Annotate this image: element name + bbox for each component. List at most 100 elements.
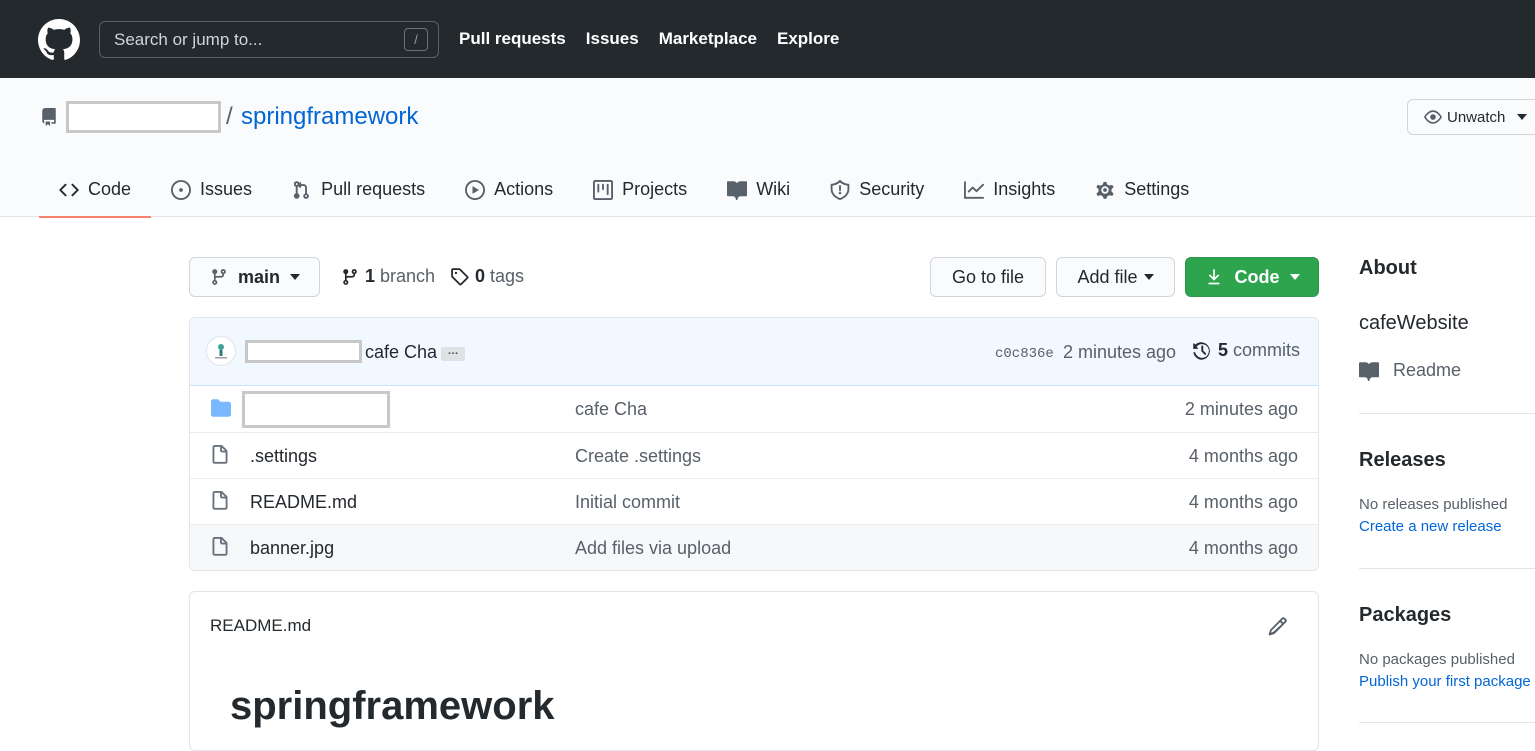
file-row[interactable]: cafe Cha 2 minutes ago: [190, 386, 1318, 432]
eye-icon: [1424, 110, 1442, 124]
history-icon: [1193, 341, 1210, 360]
commits-history-link[interactable]: 5 commits: [1192, 340, 1300, 361]
unwatch-button[interactable]: Unwatch: [1407, 99, 1535, 135]
tab-projects[interactable]: Projects: [573, 162, 707, 217]
file-row[interactable]: .settings Create .settings 4 months ago: [190, 432, 1318, 478]
graph-icon: [964, 180, 985, 199]
file-commit-message[interactable]: Add files via upload: [575, 538, 731, 559]
branch-count: 1: [365, 266, 376, 286]
file-name[interactable]: README.md: [250, 492, 357, 513]
tab-pull-requests[interactable]: Pull requests: [272, 162, 445, 217]
repo-header: / springframework Unwatch Code Issues Pu…: [0, 78, 1535, 218]
tab-settings[interactable]: Settings: [1075, 162, 1209, 217]
file-icon: [212, 537, 228, 556]
issue-icon: [171, 179, 192, 200]
download-icon: [1207, 269, 1220, 285]
folder-name-redacted[interactable]: [242, 391, 390, 428]
file-list: cafe Cha … c0c836e 2 minutes ago 5 commi…: [189, 317, 1319, 571]
tags-link[interactable]: 0 tags: [450, 266, 524, 287]
packages-title[interactable]: Packages: [1359, 604, 1451, 627]
search-shortcut-key: /: [404, 28, 428, 51]
file-row[interactable]: banner.jpg Add files via upload 4 months…: [190, 524, 1318, 570]
file-commit-time: 2 minutes ago: [1184, 399, 1298, 419]
caret-down-icon: [1143, 274, 1154, 280]
repo-description: cafeWebsite: [1359, 312, 1469, 334]
releases-note: No releases published: [1359, 496, 1508, 513]
tab-code[interactable]: Code: [39, 162, 152, 218]
file-name[interactable]: banner.jpg: [250, 538, 334, 559]
book-icon: [1359, 361, 1379, 381]
releases-title[interactable]: Releases: [1359, 449, 1446, 472]
branch-icon: [343, 268, 357, 285]
tab-insights-label: Insights: [993, 179, 1056, 199]
commit-details-toggle[interactable]: …: [441, 346, 465, 361]
tab-issues[interactable]: Issues: [151, 162, 272, 217]
commit-author-redacted[interactable]: [245, 340, 362, 363]
tab-actions-label: Actions: [494, 179, 554, 199]
gear-icon: [1096, 181, 1114, 199]
repo-tabs: Code Issues Pull requests Actions Projec…: [39, 162, 1209, 218]
repo-icon: [42, 108, 56, 126]
code-button-label: Code: [1234, 266, 1280, 287]
tab-actions[interactable]: Actions: [445, 162, 573, 217]
add-file-label: Add file: [1077, 266, 1138, 287]
file-commit-message[interactable]: Create .settings: [575, 446, 701, 467]
sidebar-divider: [1359, 568, 1535, 569]
branches-link[interactable]: 1 branch: [341, 266, 435, 287]
tab-wiki-label: Wiki: [756, 179, 791, 199]
latest-commit-bar: cafe Cha … c0c836e 2 minutes ago 5 commi…: [190, 318, 1318, 386]
file-commit-time: 4 months ago: [1188, 446, 1298, 466]
code-icon: [59, 183, 79, 196]
file-row[interactable]: README.md Initial commit 4 months ago: [190, 478, 1318, 524]
tab-settings-label: Settings: [1124, 179, 1190, 199]
file-name[interactable]: .settings: [250, 446, 317, 467]
folder-icon: [211, 399, 231, 417]
publish-package-link[interactable]: Publish your first package: [1359, 673, 1531, 690]
code-download-button[interactable]: Code: [1185, 257, 1319, 297]
about-section: About: [1359, 257, 1535, 280]
branch-select-button[interactable]: main: [189, 257, 320, 297]
nav-pull-requests[interactable]: Pull requests: [459, 28, 566, 50]
commit-message[interactable]: cafe Cha: [365, 342, 437, 363]
book-icon: [727, 180, 748, 200]
add-file-button[interactable]: Add file: [1056, 257, 1175, 297]
tab-insights[interactable]: Insights: [944, 162, 1075, 217]
unwatch-label: Unwatch: [1447, 108, 1506, 126]
sidebar-readme-link[interactable]: Readme: [1359, 360, 1461, 381]
file-commit-message[interactable]: cafe Cha: [575, 399, 647, 420]
sidebar-readme-label: Readme: [1393, 360, 1462, 380]
create-release-link[interactable]: Create a new release: [1359, 518, 1502, 535]
tab-wiki[interactable]: Wiki: [707, 162, 810, 217]
tab-security[interactable]: Security: [810, 162, 944, 217]
avatar[interactable]: [206, 336, 236, 366]
file-icon: [212, 445, 228, 464]
readme-heading: springframework: [230, 684, 555, 728]
global-nav: Pull requests Issues Marketplace Explore: [459, 28, 839, 50]
github-logo-icon[interactable]: [38, 19, 80, 61]
nav-marketplace[interactable]: Marketplace: [659, 28, 757, 50]
repo-name-link[interactable]: springframework: [241, 103, 418, 131]
commit-count-label: commits: [1233, 340, 1301, 360]
tab-projects-label: Projects: [622, 179, 688, 199]
pencil-icon[interactable]: [1268, 616, 1288, 636]
commit-sha[interactable]: c0c836e: [995, 346, 1054, 362]
go-to-file-button[interactable]: Go to file: [930, 257, 1046, 297]
owner-name-redacted[interactable]: [66, 101, 221, 133]
nav-explore[interactable]: Explore: [777, 28, 839, 50]
shield-icon: [830, 179, 850, 200]
search-input[interactable]: [114, 22, 394, 57]
repo-path-separator: /: [226, 103, 233, 130]
nav-issues[interactable]: Issues: [586, 28, 639, 50]
file-commit-time: 4 months ago: [1188, 492, 1298, 512]
branch-name: main: [238, 266, 281, 287]
avatar-image-icon: [215, 344, 227, 359]
caret-down-icon: [290, 274, 301, 280]
file-commit-message[interactable]: Initial commit: [575, 492, 680, 513]
project-icon: [593, 179, 614, 200]
about-title: About: [1359, 257, 1417, 279]
tag-icon: [451, 268, 469, 286]
caret-down-icon: [1517, 114, 1528, 120]
tab-pull-requests-label: Pull requests: [321, 179, 426, 199]
tag-count-label: tags: [490, 266, 525, 286]
tab-code-label: Code: [88, 179, 132, 199]
